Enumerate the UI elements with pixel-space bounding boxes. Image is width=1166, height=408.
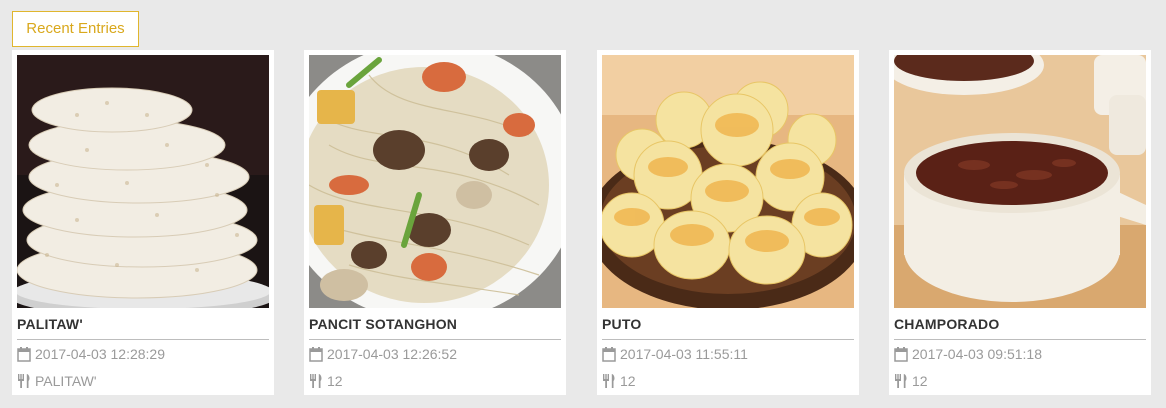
entry-date-row: 2017-04-03 09:51:18 [894,346,1146,364]
calendar-icon [309,346,323,362]
entry-card[interactable]: PANCIT SOTANGHON 2017-04-03 12:26:52 12 [304,50,566,395]
entry-date-row: 2017-04-03 12:28:29 [17,346,269,364]
entry-date-row: 2017-04-03 11:55:11 [602,346,854,364]
fork-knife-icon [894,373,908,389]
calendar-icon [17,346,31,362]
entry-info: 12 [912,373,928,389]
entry-info-row: 12 [894,373,1146,391]
entry-card[interactable]: PALITAW' 2017-04-03 12:28:29 PALITAW' [12,50,274,395]
calendar-icon [894,346,908,362]
entry-photo[interactable] [602,55,854,308]
entry-date: 2017-04-03 11:55:11 [620,346,748,362]
entry-info-row: PALITAW' [17,373,269,391]
entry-date: 2017-04-03 12:28:29 [35,346,165,362]
entry-info: 12 [327,373,343,389]
entry-title[interactable]: CHAMPORADO [894,316,1146,332]
entries-grid: PALITAW' 2017-04-03 12:28:29 PALITAW' PA… [12,50,1166,396]
fork-knife-icon [309,373,323,389]
entry-date-row: 2017-04-03 12:26:52 [309,346,561,364]
fork-knife-icon [17,373,31,389]
entry-date: 2017-04-03 09:51:18 [912,346,1042,362]
entry-card[interactable]: PUTO 2017-04-03 11:55:11 12 [597,50,859,395]
title-divider [894,339,1146,340]
entry-info: PALITAW' [35,373,97,389]
entry-title[interactable]: PUTO [602,316,854,332]
entry-photo[interactable] [894,55,1146,308]
entry-info-row: 12 [602,373,854,391]
recent-entries-tab[interactable]: Recent Entries [12,11,139,47]
entry-photo[interactable] [17,55,269,308]
entry-info-row: 12 [309,373,561,391]
entry-title[interactable]: PALITAW' [17,316,269,332]
fork-knife-icon [602,373,616,389]
entry-info: 12 [620,373,636,389]
title-divider [309,339,561,340]
entry-date: 2017-04-03 12:26:52 [327,346,457,362]
entry-card[interactable]: CHAMPORADO 2017-04-03 09:51:18 12 [889,50,1151,395]
recent-entries-page: Recent Entries PALITAW' 2017-04-03 12:28… [0,0,1166,408]
entry-photo[interactable] [309,55,561,308]
calendar-icon [602,346,616,362]
title-divider [17,339,269,340]
title-divider [602,339,854,340]
entry-title[interactable]: PANCIT SOTANGHON [309,316,561,332]
